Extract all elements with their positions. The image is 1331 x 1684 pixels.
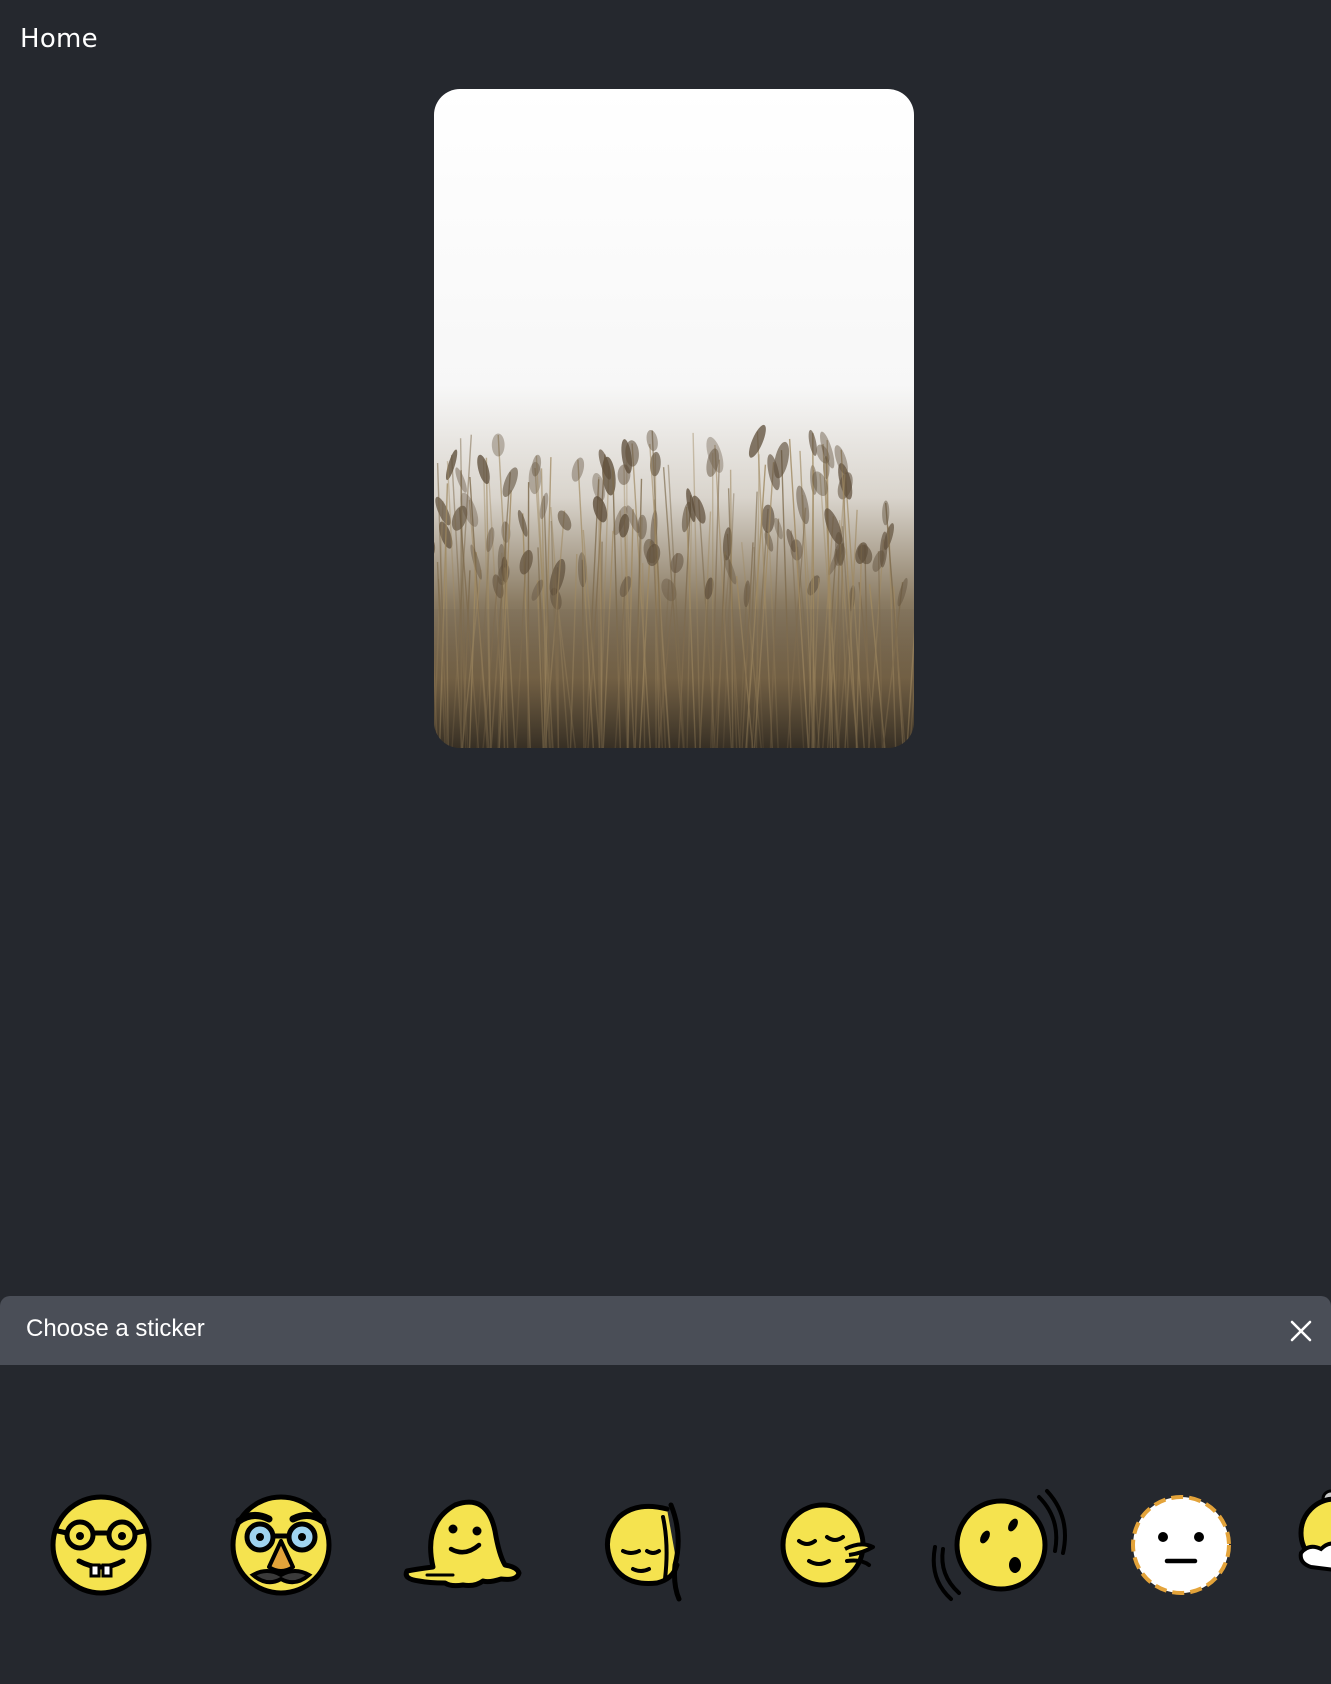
sticker-panel-title: Choose a sticker xyxy=(26,1315,205,1342)
sticker-dotted-line-face[interactable] xyxy=(1111,1475,1251,1615)
sticker-disguised-face[interactable] xyxy=(211,1475,351,1615)
sticker-nerd-face[interactable] xyxy=(31,1475,171,1615)
sticker-panel-header: Choose a sticker xyxy=(0,1296,1331,1365)
face-with-cloud-icon xyxy=(1298,1489,1331,1572)
sticker-dizzy-face[interactable] xyxy=(929,1475,1069,1615)
sticker-face-in-clouds[interactable] xyxy=(573,1475,713,1615)
sticker-melting-face[interactable] xyxy=(393,1475,533,1615)
dotted-line-face-icon xyxy=(1131,1495,1231,1595)
sticker-list xyxy=(0,1365,1331,1684)
melting-face-icon xyxy=(403,1499,522,1589)
dizzy-face-icon xyxy=(931,1489,1067,1601)
face-exhaling-icon xyxy=(780,1502,875,1588)
face-in-clouds-icon xyxy=(604,1502,682,1602)
photo-card xyxy=(434,89,914,748)
disguised-face-icon xyxy=(230,1494,332,1596)
home-link[interactable]: Home xyxy=(20,24,98,54)
nerd-face-icon xyxy=(50,1494,152,1596)
sticker-face-exhaling[interactable] xyxy=(753,1475,893,1615)
sticker-face-with-cloud[interactable] xyxy=(1291,1475,1331,1615)
close-icon xyxy=(1290,1320,1312,1342)
foggy-reed-field-photo xyxy=(434,89,914,748)
close-button[interactable] xyxy=(1283,1313,1319,1349)
